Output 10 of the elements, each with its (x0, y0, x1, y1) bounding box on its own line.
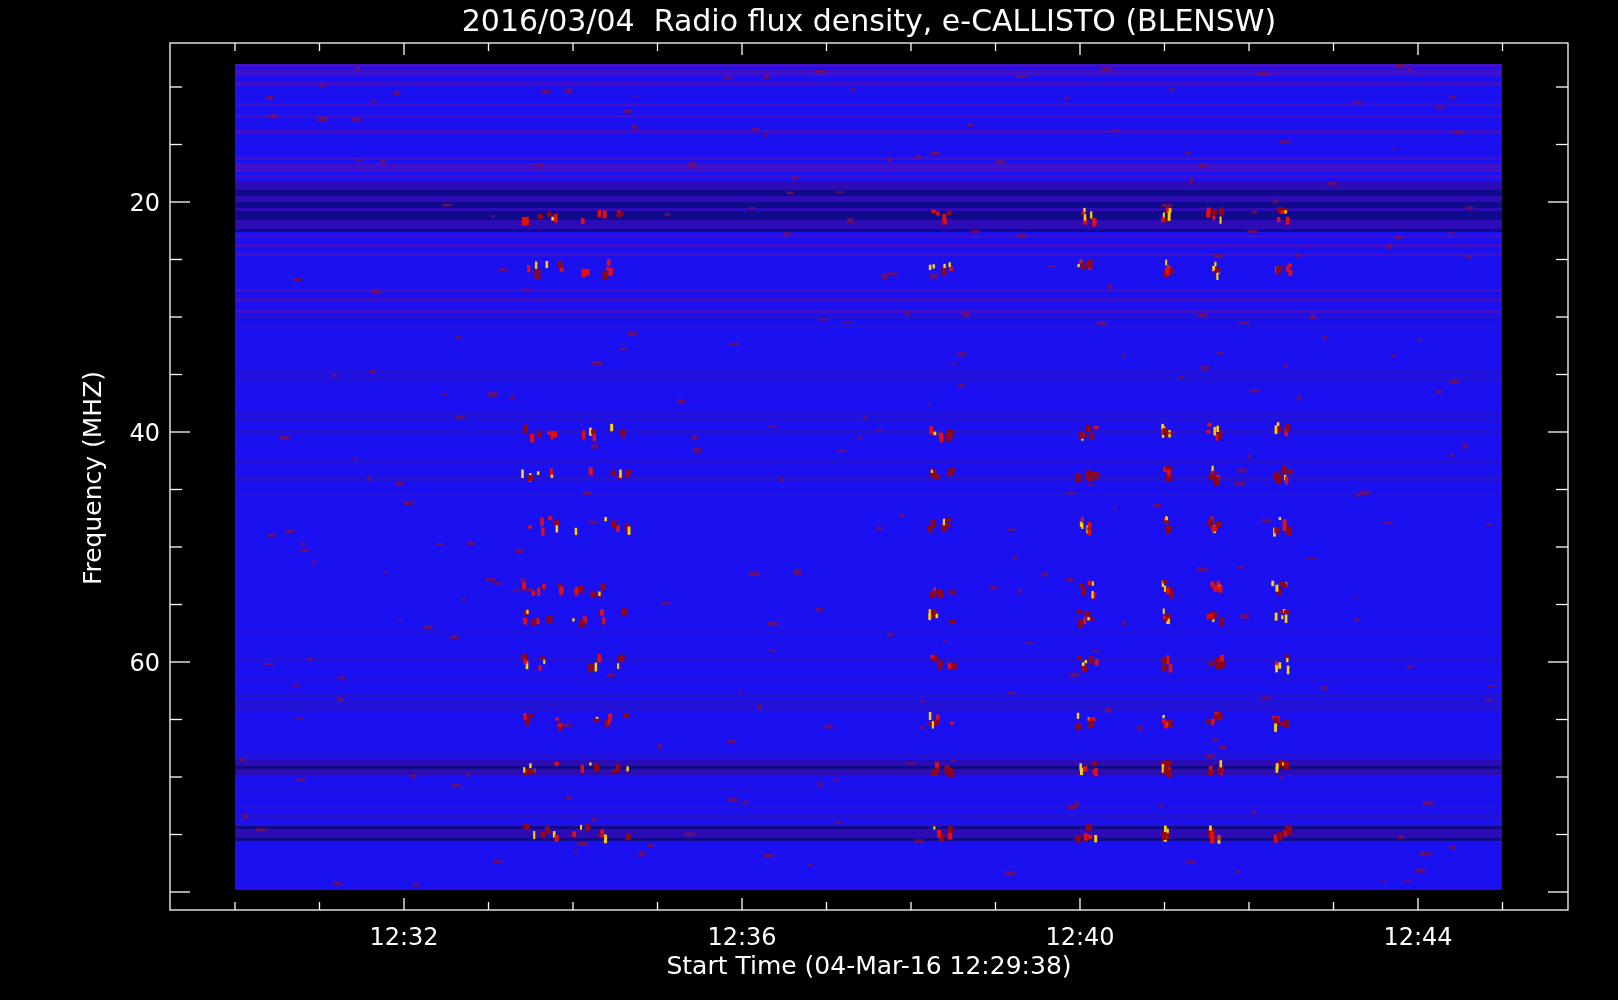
tick-label: 12:36 (707, 923, 777, 951)
tick-label: 12:44 (1383, 923, 1453, 951)
chart-title: 2016/03/04 Radio flux density, e-CALLISTO (BLENSW) (461, 3, 1277, 38)
tick-label: 12:40 (1045, 923, 1115, 951)
tick-label: 40 (129, 419, 160, 447)
x-axis-label: Start Time (04-Mar-16 12:29:38) (666, 951, 1072, 980)
y-axis-label: Frequency (MHZ) (78, 370, 107, 586)
tick-label: 60 (129, 649, 160, 677)
tick-label: 20 (129, 189, 160, 217)
tick-label: 12:32 (369, 923, 439, 951)
